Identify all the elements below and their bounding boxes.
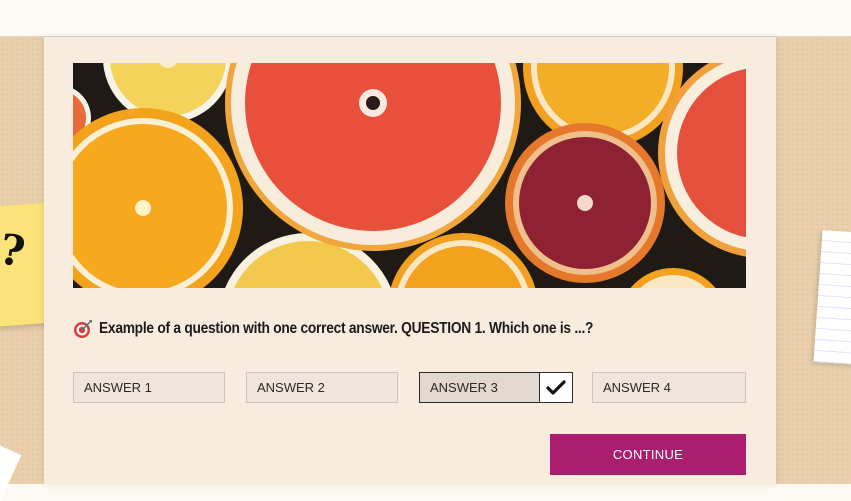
answer-label: ANSWER 2 (257, 380, 325, 395)
answer-label: ANSWER 1 (84, 380, 152, 395)
answer-label: ANSWER 4 (603, 380, 671, 395)
checkmark-icon (539, 373, 572, 402)
top-bar (0, 0, 851, 37)
continue-button[interactable]: CONTINUE (550, 434, 746, 475)
citrus-illustration (73, 63, 746, 288)
answer-label: ANSWER 3 (430, 380, 498, 395)
answer-option-4[interactable]: ANSWER 4 (592, 372, 746, 403)
answer-option-3[interactable]: ANSWER 3 (419, 372, 573, 403)
answer-option-1[interactable]: ANSWER 1 (73, 372, 225, 403)
target-icon (73, 319, 93, 339)
question: Example of a question with one correct a… (73, 318, 674, 340)
question-text: Example of a question with one correct a… (99, 320, 594, 337)
banner-image-citrus (73, 63, 746, 288)
answer-option-2[interactable]: ANSWER 2 (246, 372, 398, 403)
